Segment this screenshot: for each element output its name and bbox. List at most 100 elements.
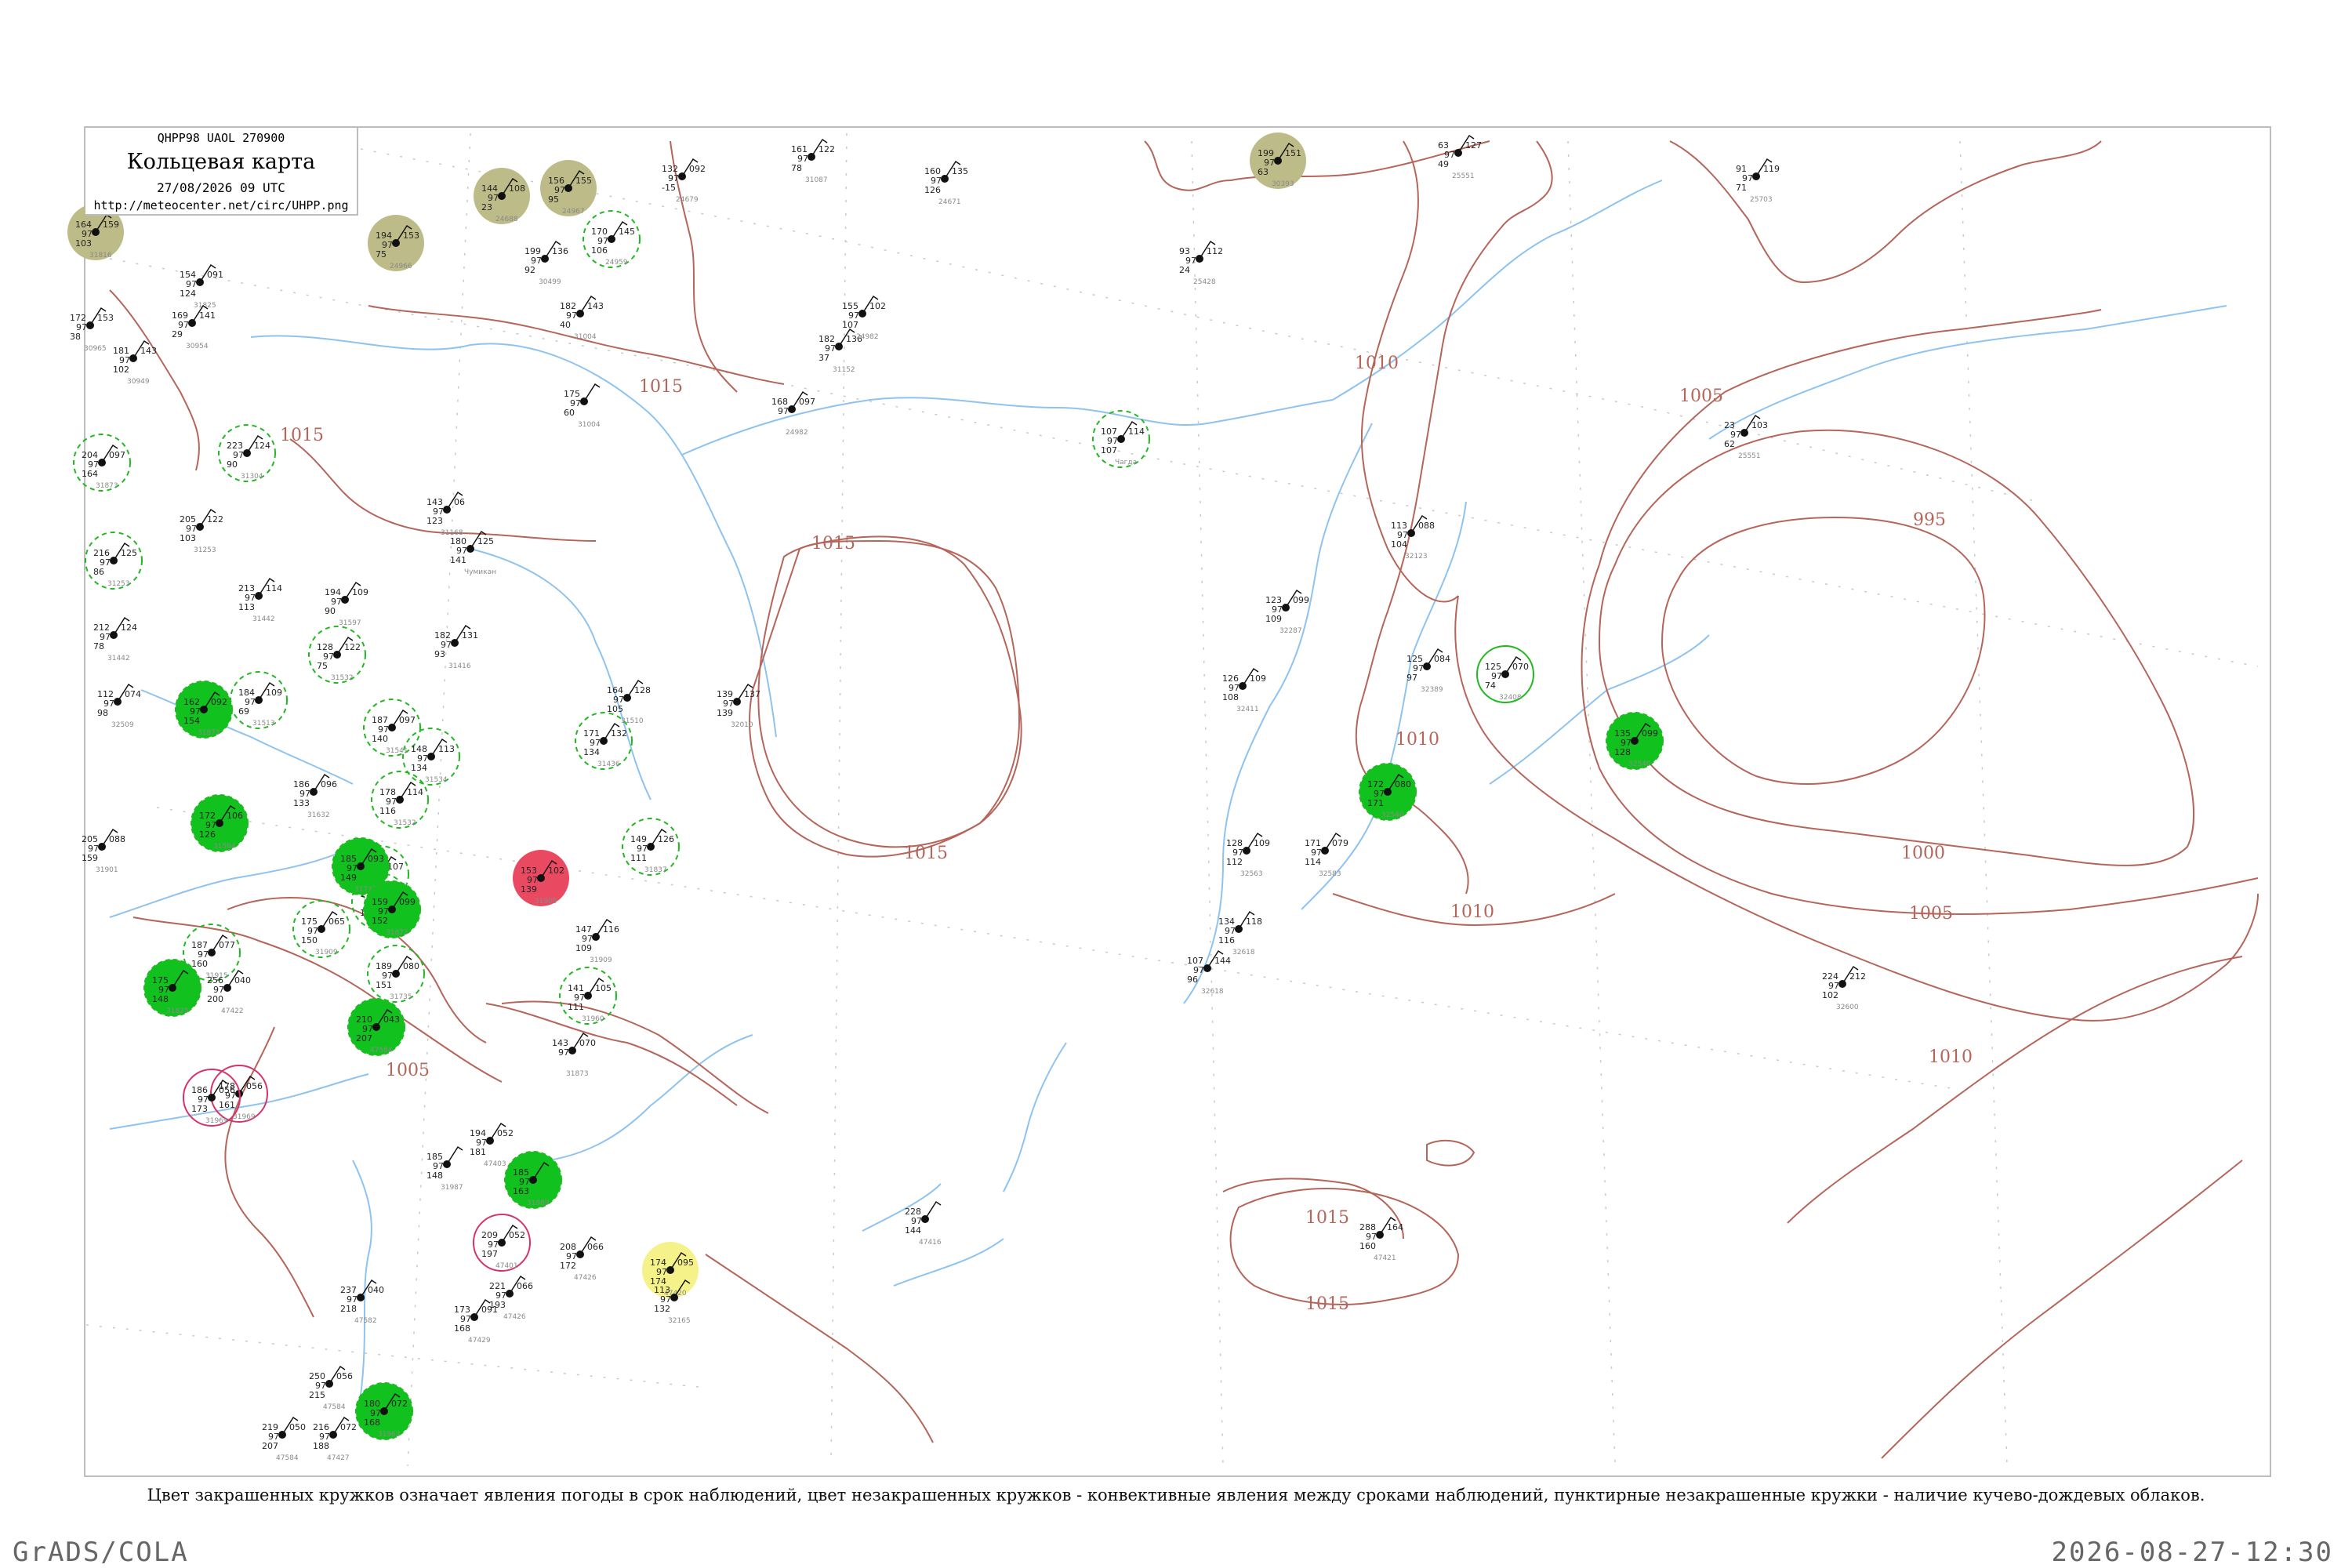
station-pressure: 072	[391, 1399, 408, 1409]
station-vis: 97	[558, 1047, 569, 1058]
map-title: Кольцевая карта	[126, 150, 316, 174]
station-pressure: 128	[634, 685, 651, 695]
station-name: 47584	[370, 1047, 393, 1054]
station-dewpoint: 104	[1391, 539, 1407, 550]
station-name: 31873	[96, 482, 118, 490]
station-pressure: 108	[509, 183, 525, 194]
station-pressure: 040	[234, 975, 251, 985]
weather-station: 1689709724982	[771, 390, 815, 437]
station-name: 31837	[644, 866, 667, 874]
map-date: 27/08/2026 09 UTC	[157, 180, 285, 195]
station-name: 31304	[241, 473, 263, 481]
weather-station: 1709714510624959	[583, 210, 641, 268]
station-pressure: 109	[1254, 838, 1270, 848]
station-name: 31987	[441, 1184, 463, 1192]
station-name: 31532	[394, 819, 416, 827]
weather-station: 143970612331168	[426, 491, 465, 537]
weather-station: 169971412930954	[172, 304, 216, 350]
station-pressure: 079	[1332, 838, 1348, 848]
station-name: 31825	[166, 1007, 189, 1015]
station-pressure: 097	[799, 397, 815, 407]
weather-station: 1629709215431873	[175, 681, 233, 739]
station-dewpoint: 141	[450, 555, 466, 565]
weather-station: 2059708815931901	[82, 828, 125, 874]
station-dewpoint: 111	[568, 1002, 584, 1012]
station-dewpoint: 160	[191, 959, 208, 969]
isobar-label: 1015	[639, 377, 683, 397]
station-pressure: 099	[399, 897, 416, 907]
weather-station: 1759706515031909	[292, 900, 350, 958]
weather-station: 2509705621547584	[309, 1365, 353, 1411]
station-dewpoint: 74	[1485, 681, 1496, 691]
weather-station: 212971247831442	[93, 616, 137, 662]
station-dewpoint: 60	[564, 408, 575, 418]
station-pressure: 109	[1250, 673, 1266, 684]
weather-station: 199971516330393	[1250, 132, 1306, 189]
station-dewpoint: 62	[1724, 439, 1735, 449]
station-name: 31825	[194, 302, 216, 310]
source-url[interactable]: http://meteocenter.net/circ/UHPP.png	[85, 198, 357, 212]
station-dewpoint: 133	[293, 798, 310, 808]
station-name: 31873	[198, 729, 220, 737]
isobar-label: 1000	[1901, 844, 1945, 863]
station-pressure: 155	[575, 176, 592, 186]
weather-station: 1439707031873	[552, 1032, 596, 1078]
isobar-label: 1010	[1929, 1047, 1973, 1067]
station-markers: 14397061233116818097125141Чумикан1289712…	[67, 132, 1866, 1462]
weather-map: 1015 1015 1015 1015 1015 1015 1010 1010 …	[67, 132, 2259, 1467]
weather-station: 1819714310230949	[113, 339, 157, 386]
station-name: 47421	[1374, 1254, 1396, 1262]
weather-station: 2889716416047421	[1359, 1216, 1403, 1262]
station-dewpoint: 116	[1218, 935, 1235, 946]
station-dewpoint: 160	[1359, 1241, 1376, 1251]
station-pressure: 040	[368, 1285, 384, 1295]
isobar-label: 1015	[280, 426, 324, 445]
station-dewpoint: 108	[1222, 692, 1239, 702]
weather-station: 182971319331416	[434, 624, 478, 670]
weather-station: 1949705218147403	[470, 1122, 514, 1168]
station-pressure: 107	[387, 862, 404, 872]
station-pressure: 151	[1285, 148, 1301, 158]
station-dewpoint: 75	[376, 249, 387, 260]
station-pressure: 072	[340, 1422, 357, 1432]
bulletin-code: QHPP98 UAOL 270900	[157, 131, 285, 145]
weather-station: 182971434031004	[560, 295, 604, 341]
station-pressure: 122	[344, 642, 361, 652]
isobar-label: 995	[1913, 510, 1946, 530]
station-name: 31442	[107, 655, 130, 662]
station-dewpoint: 148	[152, 994, 169, 1004]
station-dewpoint: 200	[207, 994, 223, 1004]
station-pressure: 127	[1465, 140, 1482, 151]
weather-station: 1549709112431825	[180, 263, 223, 310]
weather-station: 216971258631253	[85, 532, 143, 590]
station-name: 47401	[495, 1262, 518, 1270]
weather-station: 1489711313431534	[402, 728, 460, 786]
isobar-1015-se	[1881, 1160, 2243, 1459]
station-name: 24679	[676, 196, 699, 204]
station-pressure: 131	[462, 630, 478, 641]
station-dewpoint: 78	[93, 641, 104, 652]
station-name: 30954	[186, 343, 209, 350]
isobar-label: 1015	[1305, 1294, 1349, 1314]
station-pressure: 056	[246, 1081, 263, 1091]
weather-station: 1759714831825	[143, 959, 201, 1017]
station-name: 31436	[597, 760, 620, 768]
weather-station: 1789711411631532	[371, 771, 429, 829]
station-dewpoint: 139	[521, 884, 537, 895]
isobar-label: 1010	[1396, 730, 1439, 750]
station-name: 30965	[84, 345, 107, 353]
isobar-label: 1010	[1450, 902, 1494, 922]
station-name: 31442	[252, 615, 275, 623]
station-name: 25703	[1750, 196, 1773, 204]
station-pressure: 056	[336, 1371, 353, 1381]
station-dewpoint: 207	[262, 1441, 278, 1451]
station-pressure: 102	[869, 301, 886, 311]
station-dewpoint: 29	[172, 329, 183, 339]
station-pressure: 125	[121, 548, 137, 558]
station-dewpoint: 102	[1822, 990, 1838, 1000]
weather-station: 128971227531532	[308, 626, 366, 684]
station-name: 31901	[96, 866, 118, 874]
station-name: 31253	[194, 546, 216, 554]
station-dewpoint: 123	[426, 516, 443, 526]
station-name: 31816	[89, 252, 112, 260]
